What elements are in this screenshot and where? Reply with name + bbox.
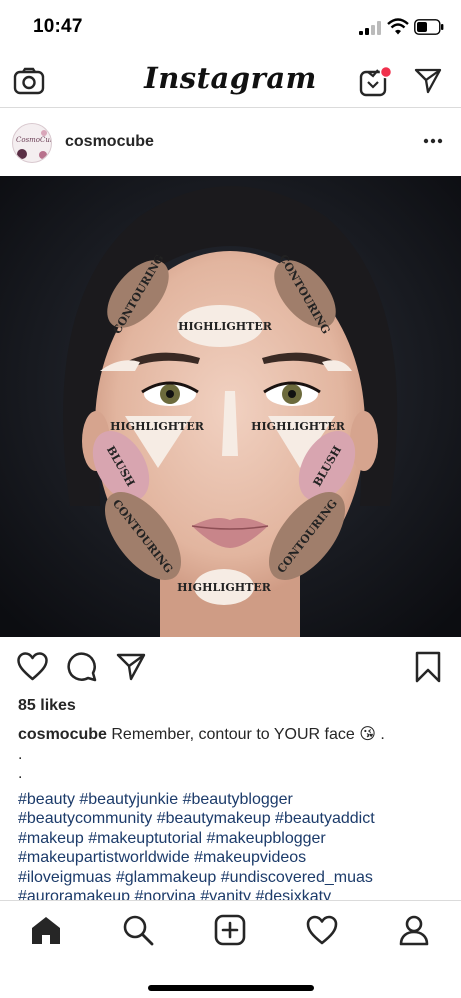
battery-icon [414,19,444,35]
home-icon[interactable] [30,914,62,946]
search-icon[interactable] [122,914,154,946]
comment-icon[interactable] [67,652,97,682]
home-indicator [148,985,314,991]
add-post-icon[interactable] [214,914,246,946]
hashtag-line[interactable]: #beautycommunity #beautymakeup #beautyad… [18,809,448,829]
igtv-icon[interactable] [359,65,393,97]
avatar[interactable]: CosmoCube [12,123,52,163]
post-actions [0,637,461,697]
hashtag-line[interactable]: #beauty #beautyjunkie #beautyblogger [18,790,448,810]
hashtag-line[interactable]: #iloveigmuas #glammakeup #undiscovered_m… [18,868,448,888]
label-highlighter-chin: HIGHLIGHTER [177,581,272,594]
contour-face-illustration: HIGHLIGHTER CONTOURING CONTOURING HIGHLI… [0,176,461,637]
hashtag-line[interactable]: #makeup #makeuptutorial #makeupblogger [18,829,448,849]
more-dots-icon[interactable] [420,133,446,149]
status-time: 10:47 [33,16,83,37]
paper-plane-icon[interactable] [414,67,442,94]
hashtags: #beauty #beautyjunkie #beautyblogger #be… [18,790,448,901]
caption-dot-1: . [18,745,23,763]
label-highlighter-forehead: HIGHLIGHTER [178,320,273,333]
bookmark-icon[interactable] [414,651,442,683]
profile-icon[interactable] [398,914,430,946]
likes-count[interactable]: 85 likes [18,697,76,715]
post-caption: cosmocube Remember, contour to YOUR face… [18,725,448,900]
caption-trailing: . [375,726,385,743]
post-image[interactable]: HIGHLIGHTER CONTOURING CONTOURING HIGHLI… [0,176,461,637]
hashtag-line[interactable]: #makeupartistworldwide #makeupvideos [18,848,448,868]
bottom-nav [0,900,461,998]
caption-username[interactable]: cosmocube [18,726,107,743]
heart-icon[interactable] [17,652,48,681]
notification-dot [379,65,393,79]
heart-icon[interactable] [306,914,338,946]
app-header: Instagram [0,56,461,108]
label-highlighter-right: HIGHLIGHTER [251,420,346,433]
post-header: CosmoCube cosmocube [0,109,461,176]
paper-plane-icon[interactable] [116,652,146,681]
hashtag-line[interactable]: #auroramakeup #norvina #vanity #desixkat… [18,887,448,900]
post-username[interactable]: cosmocube [65,133,154,151]
cellular-signal-icon [359,21,381,35]
avatar-text: CosmoCube [16,136,51,144]
wifi-icon [387,18,409,35]
caption-text: Remember, contour to YOUR face [111,726,355,743]
caption-dot-2: . [18,765,23,782]
kiss-emoji: 😘 [359,726,376,743]
status-bar: 10:47 [0,0,461,56]
label-highlighter-left: HIGHLIGHTER [110,420,205,433]
